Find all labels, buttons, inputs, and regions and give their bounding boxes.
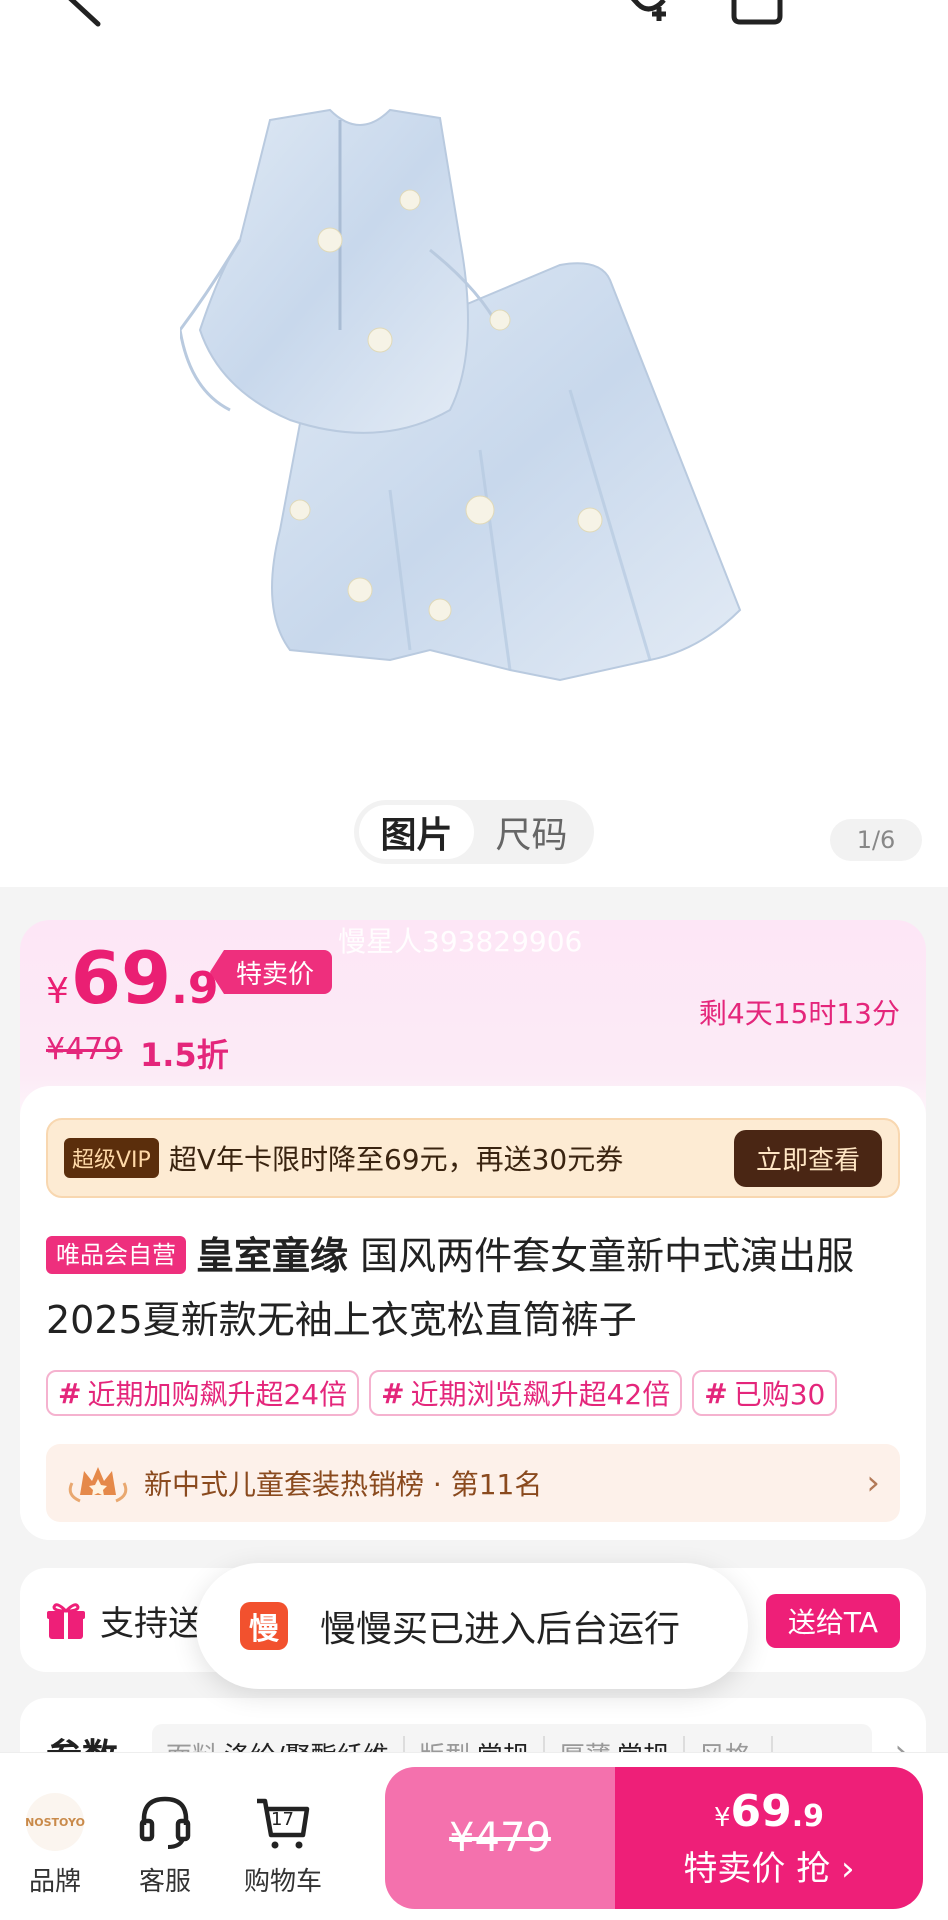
ranking-banner[interactable]: 新中式儿童套装热销榜 · 第11名 › [46,1444,900,1522]
buy-price-decimal: .9 [791,1799,825,1834]
trend-tag-label: 已购30 [733,1378,826,1411]
price-integer: 69 [70,936,172,1020]
original-price: ¥479 [46,1032,123,1067]
brand-name[interactable]: 皇室童缘 [196,1234,348,1278]
trend-tag[interactable]: # 已购30 [692,1370,838,1416]
buy-now-button[interactable]: ¥ 69 .9 特卖价 抢 › [615,1767,923,1909]
tab-size[interactable]: 尺码 [474,805,589,859]
product-info: 超级VIP 超V年卡限时降至69元，再送30元券 立即查看 唯品会自营 皇室童缘 … [20,1086,926,1540]
crown-icon [68,1467,128,1503]
vip-banner[interactable]: 超级VIP 超V年卡限时降至69元，再送30元券 立即查看 [46,1118,900,1198]
trend-tags: # 近期加购飙升超24倍 # 近期浏览飙升超42倍 # 已购30 [46,1370,900,1418]
app-logo-icon: 慢 [240,1602,288,1650]
buy-label: 特卖价 抢 › [683,1849,855,1889]
buy-button-group: ¥479 ¥ 69 .9 特卖价 抢 › [385,1767,923,1909]
product-image[interactable] [180,90,780,750]
ranking-text: 新中式儿童套装热销榜 · 第11名 [144,1468,543,1501]
brand-label: 品牌 [28,1867,81,1897]
trend-tag[interactable]: # 近期浏览飙升超42倍 [369,1370,683,1416]
chevron-right-icon: › [866,1463,880,1503]
countdown: 剩4天15时13分 [698,997,900,1030]
trend-tag[interactable]: # 近期加购飙升超24倍 [46,1370,360,1416]
buy-price-integer: 69 [730,1786,792,1837]
buy-currency: ¥ [713,1803,731,1833]
sale-price-badge: 特卖价 [210,950,333,994]
gift-label: 支持送 [46,1596,202,1645]
trend-tag-label: 近期浏览飙升超42倍 [410,1378,671,1411]
gift-icon [47,1602,85,1639]
buy-price: ¥ 69 .9 [714,1786,824,1837]
send-gift-button[interactable]: 送给TA [765,1594,900,1648]
favorite-add-icon[interactable] [608,0,672,38]
bottom-action-bar: NOSTOYO 品牌 客服 17 购物车 ¥479 ¥ 69 .9 特卖价 抢 … [0,1752,948,1920]
cart-label: 购物车 [243,1867,322,1897]
service-label: 客服 [138,1867,191,1897]
cart-count: 17 [271,1809,294,1830]
cart-button[interactable]: 17 购物车 [238,1793,328,1898]
vip-text: 超V年卡限时降至69元，再送30元券 [168,1143,624,1176]
sale-price: ¥ 69 .9 [46,936,218,1020]
product-title: 唯品会自营 皇室童缘 国风两件套女童新中式演出服2025夏新款无袖上衣宽松直筒裤子 [46,1224,906,1352]
media-tab-switch[interactable]: 图片 尺码 [354,800,594,864]
price-card: 慢星人393829906 ¥ 69 .9 特卖价 剩4天15时13分 ¥479 … [20,920,926,1540]
brand-button[interactable]: NOSTOYO 品牌 [10,1793,100,1898]
self-operated-tag: 唯品会自营 [46,1236,186,1274]
hash-icon: # [704,1376,728,1410]
toast-message: 慢慢买已进入后台运行 [320,1609,681,1650]
trend-tag-label: 近期加购飙升超24倍 [87,1378,348,1411]
vip-view-button[interactable]: 立即查看 [733,1129,882,1187]
watermark: 慢星人393829906 [338,925,583,958]
background-toast: 慢 慢慢买已进入后台运行 [196,1563,748,1689]
tab-images[interactable]: 图片 [359,805,474,859]
original-price-button[interactable]: ¥479 [385,1767,615,1909]
gift-support-text: 支持送 [100,1604,202,1644]
headset-icon [139,1796,191,1849]
hash-icon: # [381,1376,405,1410]
brand-logo-icon: NOSTOYO [25,1793,85,1851]
currency-symbol: ¥ [46,971,69,1012]
back-icon[interactable] [58,0,118,34]
product-gallery[interactable]: 图片 尺码 1/6 [0,0,948,887]
image-pager: 1/6 [830,819,922,861]
hash-icon: # [58,1376,82,1410]
discount-label: 1.5折 [140,1036,229,1074]
customer-service-button[interactable]: 客服 [120,1793,210,1898]
vip-tag: 超级VIP [64,1138,159,1178]
share-icon[interactable] [728,0,788,34]
